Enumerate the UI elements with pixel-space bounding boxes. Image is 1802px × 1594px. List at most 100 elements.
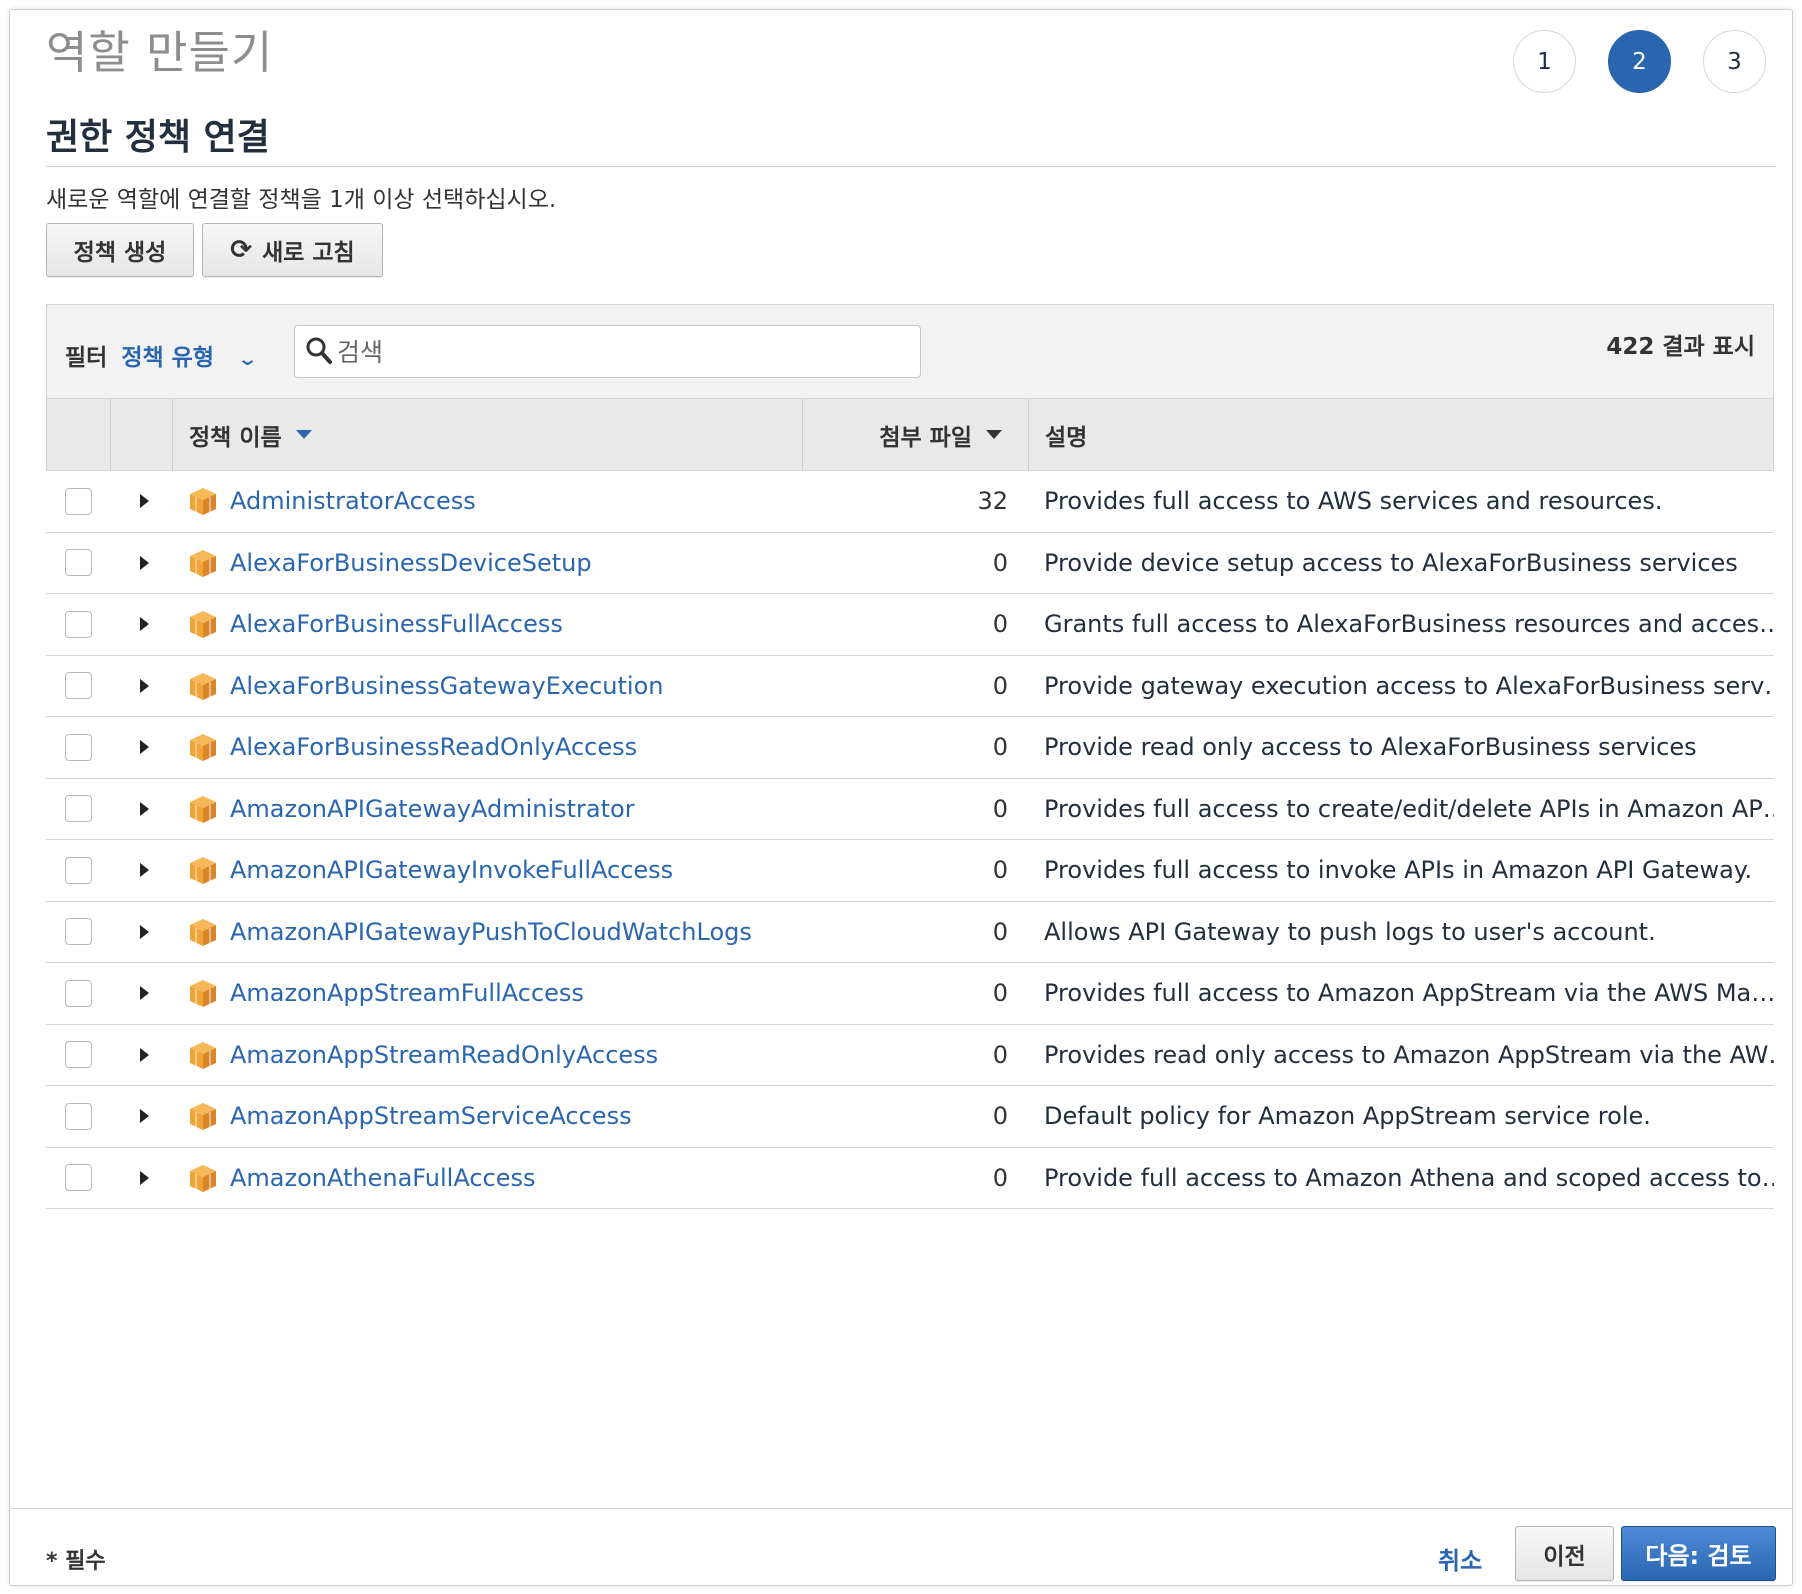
row-select-cell [46, 533, 110, 594]
search-input[interactable] [337, 334, 907, 370]
description-cell: Provides full access to create/edit/dele… [1044, 794, 1774, 823]
policy-name-link[interactable]: AdministratorAccess [230, 487, 476, 515]
row-checkbox[interactable] [64, 795, 92, 823]
row-expand-cell [110, 902, 172, 963]
attachments-cell: 0 [992, 856, 1008, 885]
policy-name-link[interactable]: AmazonAPIGatewayPushToCloudWatchLogs [230, 918, 752, 946]
step-2-active: 2 [1608, 30, 1671, 93]
row-checkbox[interactable] [64, 672, 92, 700]
row-expand-cell [110, 533, 172, 594]
box-icon [190, 549, 216, 577]
policy-name-cell: AmazonAPIGatewayAdministrator [172, 779, 802, 840]
table-row: AlexaForBusinessDeviceSetup 0 Provide de… [46, 533, 1774, 594]
row-checkbox[interactable] [64, 918, 92, 946]
box-icon [190, 672, 216, 700]
description-cell: Provide read only access to AlexaForBusi… [1044, 733, 1697, 762]
expand-arrow-icon[interactable] [139, 617, 149, 632]
policy-name-link[interactable]: AmazonAppStreamFullAccess [230, 979, 584, 1007]
expand-arrow-icon[interactable] [139, 924, 149, 939]
policy-name-cell: AlexaForBusinessDeviceSetup [172, 533, 802, 594]
box-icon [190, 918, 216, 946]
expand-arrow-icon[interactable] [139, 801, 149, 816]
row-expand-cell [110, 840, 172, 901]
policy-name-cell: AlexaForBusinessReadOnlyAccess [172, 717, 802, 778]
expand-arrow-icon[interactable] [139, 494, 149, 509]
column-attachments-label: 첨부 파일 [879, 424, 972, 451]
step-3: 3 [1703, 30, 1766, 93]
footer-divider [9, 1508, 1793, 1509]
table-row: AmazonAthenaFullAccess 0 Provide full ac… [46, 1148, 1774, 1209]
box-icon [190, 980, 216, 1008]
policy-name-link[interactable]: AlexaForBusinessGatewayExecution [230, 672, 663, 700]
policy-name-link[interactable]: AlexaForBusinessReadOnlyAccess [230, 733, 637, 761]
policy-name-link[interactable]: AlexaForBusinessFullAccess [230, 610, 563, 638]
expand-arrow-icon[interactable] [139, 678, 149, 693]
description-cell: Provide full access to Amazon Athena and… [1044, 1163, 1774, 1192]
row-checkbox[interactable] [64, 1102, 92, 1130]
description-cell: Allows API Gateway to push logs to user'… [1044, 917, 1656, 946]
attachments-cell: 0 [992, 794, 1008, 823]
table-row: AdministratorAccess 32 Provides full acc… [46, 471, 1774, 533]
policy-name-link[interactable]: AmazonAppStreamReadOnlyAccess [230, 1041, 658, 1069]
refresh-button[interactable]: ⟳ 새로 고침 [202, 223, 383, 277]
description-cell: Provide device setup access to AlexaForB… [1044, 548, 1738, 577]
column-header-attachments[interactable]: 첨부 파일 [803, 399, 1029, 470]
row-checkbox[interactable] [64, 856, 92, 884]
policy-name-link[interactable]: AmazonAPIGatewayAdministrator [230, 795, 635, 823]
row-expand-cell [110, 963, 172, 1024]
column-header-name[interactable]: 정책 이름 [173, 399, 803, 470]
policy-name-cell: AmazonAppStreamReadOnlyAccess [172, 1025, 802, 1086]
row-checkbox[interactable] [64, 1041, 92, 1069]
next-review-button[interactable]: 다음: 검토 [1621, 1526, 1776, 1581]
expand-arrow-icon[interactable] [139, 1047, 149, 1062]
box-icon [190, 488, 216, 516]
expand-arrow-icon[interactable] [139, 986, 149, 1001]
policy-table: 필터 정책 유형 ⌄ 422 결과 표시 정책 이름 첨부 파일 설명 [46, 304, 1774, 1209]
box-icon [190, 611, 216, 639]
filter-type-dropdown[interactable]: 정책 유형 ⌄ [121, 345, 258, 371]
result-count: 422 결과 표시 [1606, 334, 1755, 360]
row-checkbox[interactable] [64, 610, 92, 638]
row-checkbox[interactable] [64, 733, 92, 761]
attachments-cell: 0 [992, 917, 1008, 946]
row-checkbox[interactable] [64, 979, 92, 1007]
description-cell: Provide gateway execution access to Alex… [1044, 671, 1774, 700]
table-row: AmazonAPIGatewayPushToCloudWatchLogs 0 A… [46, 902, 1774, 963]
box-icon [190, 857, 216, 885]
page-title: 역할 만들기 [46, 26, 274, 79]
expand-arrow-icon[interactable] [139, 863, 149, 878]
expand-arrow-icon[interactable] [139, 1109, 149, 1124]
attachments-cell: 0 [992, 671, 1008, 700]
policy-name-link[interactable]: AmazonAthenaFullAccess [230, 1164, 536, 1192]
expand-arrow-icon[interactable] [139, 740, 149, 755]
previous-button[interactable]: 이전 [1515, 1526, 1614, 1581]
policy-name-link[interactable]: AmazonAPIGatewayInvokeFullAccess [230, 856, 673, 884]
step-1: 1 [1513, 30, 1576, 93]
policy-name-link[interactable]: AlexaForBusinessDeviceSetup [230, 549, 592, 577]
description-cell: Provides full access to invoke APIs in A… [1044, 856, 1753, 885]
attachments-cell: 0 [992, 979, 1008, 1008]
row-expand-cell [110, 779, 172, 840]
policy-name-cell: AmazonAthenaFullAccess [172, 1148, 802, 1209]
expand-arrow-icon[interactable] [139, 1170, 149, 1185]
attachments-cell: 0 [992, 733, 1008, 762]
sort-desc-icon [295, 430, 312, 439]
table-row: AmazonAPIGatewayAdministrator 0 Provides… [46, 779, 1774, 840]
create-policy-button[interactable]: 정책 생성 [46, 223, 194, 277]
cancel-link[interactable]: 취소 [1438, 1541, 1482, 1576]
row-checkbox[interactable] [64, 487, 92, 515]
header-select [47, 399, 111, 470]
row-checkbox[interactable] [64, 1164, 92, 1192]
row-select-cell [46, 1148, 110, 1209]
policy-name-link[interactable]: AmazonAppStreamServiceAccess [230, 1102, 632, 1130]
row-select-cell [46, 717, 110, 778]
row-checkbox[interactable] [64, 549, 92, 577]
row-select-cell [46, 840, 110, 901]
description-cell: Grants full access to AlexaForBusiness r… [1044, 610, 1774, 639]
expand-arrow-icon[interactable] [139, 555, 149, 570]
box-icon [190, 734, 216, 762]
table-toolbar: 필터 정책 유형 ⌄ 422 결과 표시 [46, 304, 1774, 398]
row-select-cell [46, 1086, 110, 1147]
section-title: 권한 정책 연결 [46, 117, 270, 158]
table-row: AmazonAppStreamReadOnlyAccess 0 Provides… [46, 1025, 1774, 1086]
